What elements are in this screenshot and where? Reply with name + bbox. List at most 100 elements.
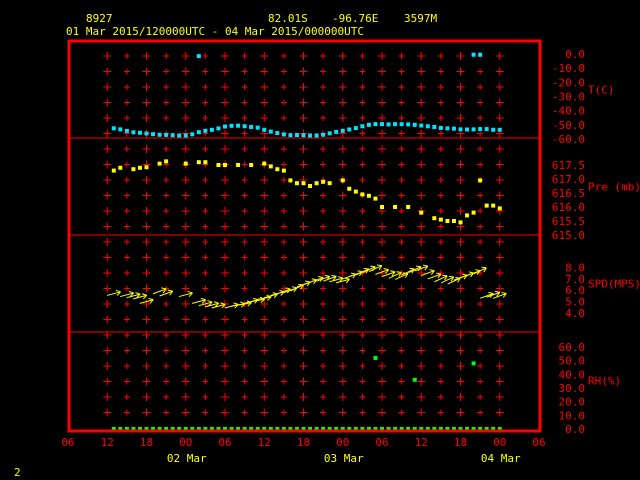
wind-arrow	[152, 287, 167, 295]
y-tick-label: 60.0	[559, 341, 586, 354]
data-point	[340, 178, 345, 183]
data-point	[255, 125, 260, 130]
data-point	[438, 217, 443, 222]
data-point	[294, 181, 299, 186]
panel-label: Pre (mb)	[588, 181, 640, 194]
data-point	[451, 219, 456, 223]
y-tick-label: 616.5	[552, 187, 585, 200]
data-point	[380, 205, 384, 209]
station-lon: -96.76E	[332, 12, 378, 25]
x-tick-label: 06	[218, 436, 231, 449]
data-point	[216, 163, 221, 167]
plot-frame	[67, 39, 542, 433]
data-point	[471, 52, 476, 57]
data-point	[236, 163, 241, 167]
y-tick-label: -10.0	[552, 62, 585, 75]
wind-arrow-head	[207, 300, 213, 303]
data-point	[465, 213, 470, 218]
wind-arrow-head	[292, 286, 298, 289]
data-point	[183, 161, 188, 166]
wind-arrow	[342, 272, 357, 280]
wind-arrow	[427, 272, 442, 280]
data-point	[301, 181, 306, 186]
day-label: 04 Mar	[481, 452, 521, 465]
data-point	[196, 54, 201, 59]
meteogram-canvas: 8927 82.01S -96.76E 3597M 01 Mar 2015/12…	[14, 12, 640, 479]
station-id: 8927	[86, 12, 113, 25]
y-tick-label: 30.0	[559, 382, 586, 395]
data-point	[406, 122, 411, 127]
data-point	[288, 178, 293, 183]
y-tick-label: 617.5	[552, 159, 585, 172]
wind-arrow-head	[128, 290, 134, 294]
y-tick-label: -40.0	[552, 105, 585, 118]
y-tick-label: -60.0	[552, 133, 585, 146]
wind-arrow-head	[141, 293, 147, 296]
data-point	[144, 131, 149, 136]
y-tick-label: 617.0	[552, 173, 585, 186]
data-point	[406, 205, 411, 209]
axis-labels: 06 12 18 00 06 12 18 00 06 12 18 00 06 02 Mar 03 Mar 04…	[61, 48, 640, 465]
data-point	[275, 167, 280, 172]
data-point	[275, 131, 280, 136]
wind-arrow-head	[409, 267, 415, 270]
panel-label: SPD(MPS)	[588, 278, 640, 291]
x-tick-label: 18	[140, 436, 153, 449]
data-point	[131, 167, 136, 172]
data-point	[314, 133, 319, 138]
data-point	[262, 127, 267, 132]
data-point	[432, 124, 437, 129]
data-point	[262, 161, 267, 166]
data-point	[249, 124, 254, 129]
wind-arrow-head	[187, 290, 193, 294]
data-point	[229, 123, 234, 128]
y-tick-label: 615.0	[552, 229, 585, 242]
data-point	[190, 132, 195, 137]
wind-arrow-head	[363, 267, 369, 270]
data-point	[118, 127, 123, 132]
data-point	[170, 133, 175, 138]
data-point	[386, 122, 391, 127]
day-label: 02 Mar	[167, 452, 207, 465]
wind-arrow-head	[429, 269, 435, 272]
data-point	[196, 130, 201, 135]
station-lat: 82.01S	[268, 12, 308, 25]
data-point	[347, 127, 352, 132]
data-point	[471, 210, 476, 215]
data-point	[321, 132, 326, 137]
data-point	[347, 186, 352, 191]
data-point	[164, 159, 169, 164]
wind-arrow-head	[324, 274, 330, 277]
y-tick-label: 0.0	[565, 423, 585, 436]
data-point	[268, 129, 273, 134]
x-tick-label: 12	[415, 436, 428, 449]
station-elevation: 3597M	[404, 12, 437, 25]
data-point	[177, 133, 182, 138]
data-point	[478, 127, 483, 132]
data-point	[465, 127, 470, 132]
data-point	[399, 122, 404, 127]
wind-arrow-head	[383, 268, 389, 271]
data-point	[137, 130, 142, 135]
data-point	[294, 133, 299, 138]
y-tick-label: 40.0	[559, 368, 586, 381]
data-point	[321, 179, 326, 184]
data-point	[497, 127, 502, 132]
data-point	[432, 216, 437, 221]
data-point	[151, 132, 156, 137]
data-point	[373, 355, 378, 360]
x-tick-label: 06	[375, 436, 388, 449]
x-tick-label: 18	[454, 436, 467, 449]
data-point	[412, 377, 417, 382]
data-point	[366, 193, 371, 198]
y-tick-label: -50.0	[552, 119, 585, 132]
data-point	[137, 165, 142, 170]
data-point	[203, 160, 208, 165]
panel-label: T(C)	[588, 84, 615, 97]
data-point	[124, 128, 129, 133]
data-point	[458, 220, 463, 225]
data-point	[157, 161, 162, 166]
wind-arrow-head	[200, 297, 206, 301]
data-point	[242, 124, 247, 129]
data-point	[412, 122, 417, 127]
